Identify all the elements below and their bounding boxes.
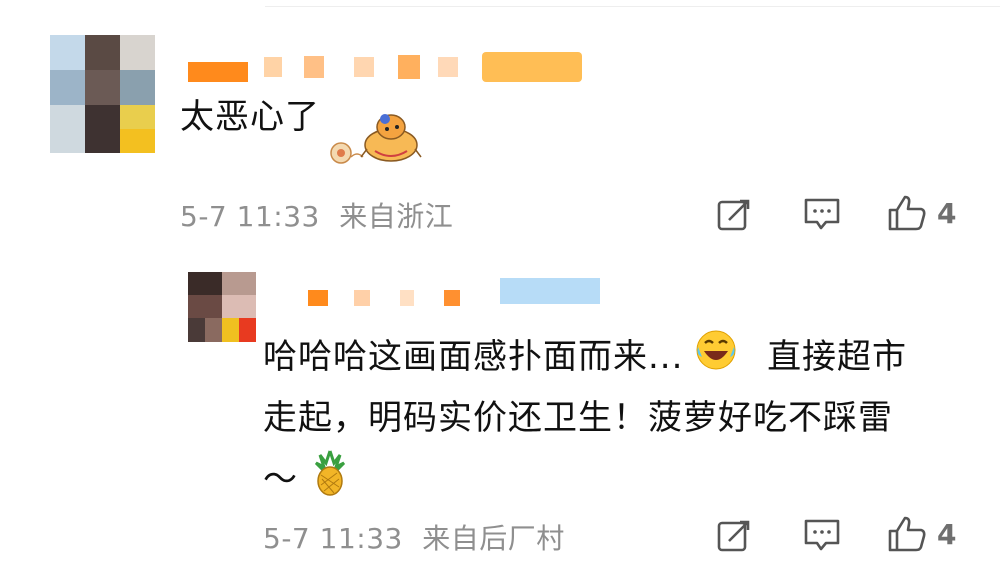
sticker-icon — [315, 105, 425, 167]
reply-like-button[interactable]: 4 — [887, 515, 956, 553]
comment-icon — [804, 519, 840, 551]
reply-meta: 5-7 11:33 来自后厂村 — [263, 517, 565, 557]
reply-text-line3: ～ — [263, 459, 298, 499]
reply-repost-button[interactable] — [716, 517, 752, 553]
like-button[interactable]: 4 — [887, 194, 956, 232]
reply-like-count: 4 — [937, 517, 957, 551]
reply-avatar[interactable] — [188, 272, 256, 342]
repost-icon — [717, 520, 750, 552]
reply-timestamp: 5-7 11:33 — [263, 522, 403, 555]
username-blurred[interactable] — [188, 52, 582, 82]
like-count: 4 — [937, 196, 957, 230]
avatar[interactable] — [50, 35, 155, 153]
reply-text-line1b: 直接超市 — [767, 337, 908, 377]
reply-text-line1: 哈哈哈这画面感扑面而来... — [263, 337, 684, 377]
reply-comment-button[interactable] — [803, 517, 841, 553]
laugh-emoji-icon — [695, 329, 737, 389]
comment-icon — [804, 198, 840, 230]
pineapple-emoji-icon — [310, 447, 350, 515]
reply-text: 哈哈哈这画面感扑面而来... 直接超市 走起，明码实价还卫生！菠萝好吃不踩雷 ～ — [263, 328, 963, 515]
like-icon — [888, 516, 926, 552]
location: 来自浙江 — [339, 200, 454, 233]
top-divider — [265, 0, 1000, 7]
reply-location: 来自后厂村 — [422, 522, 565, 555]
reply-text-line2: 走起，明码实价还卫生！菠萝好吃不踩雷 — [263, 397, 893, 438]
comment-meta: 5-7 11:33 来自浙江 — [180, 195, 453, 235]
repost-icon — [717, 199, 750, 231]
comment-button[interactable] — [803, 196, 841, 232]
like-icon — [888, 195, 926, 231]
comment-text: 太恶心了 — [180, 97, 320, 137]
reply-username-blurred[interactable] — [308, 276, 600, 306]
repost-button[interactable] — [716, 196, 752, 232]
timestamp: 5-7 11:33 — [180, 200, 320, 233]
